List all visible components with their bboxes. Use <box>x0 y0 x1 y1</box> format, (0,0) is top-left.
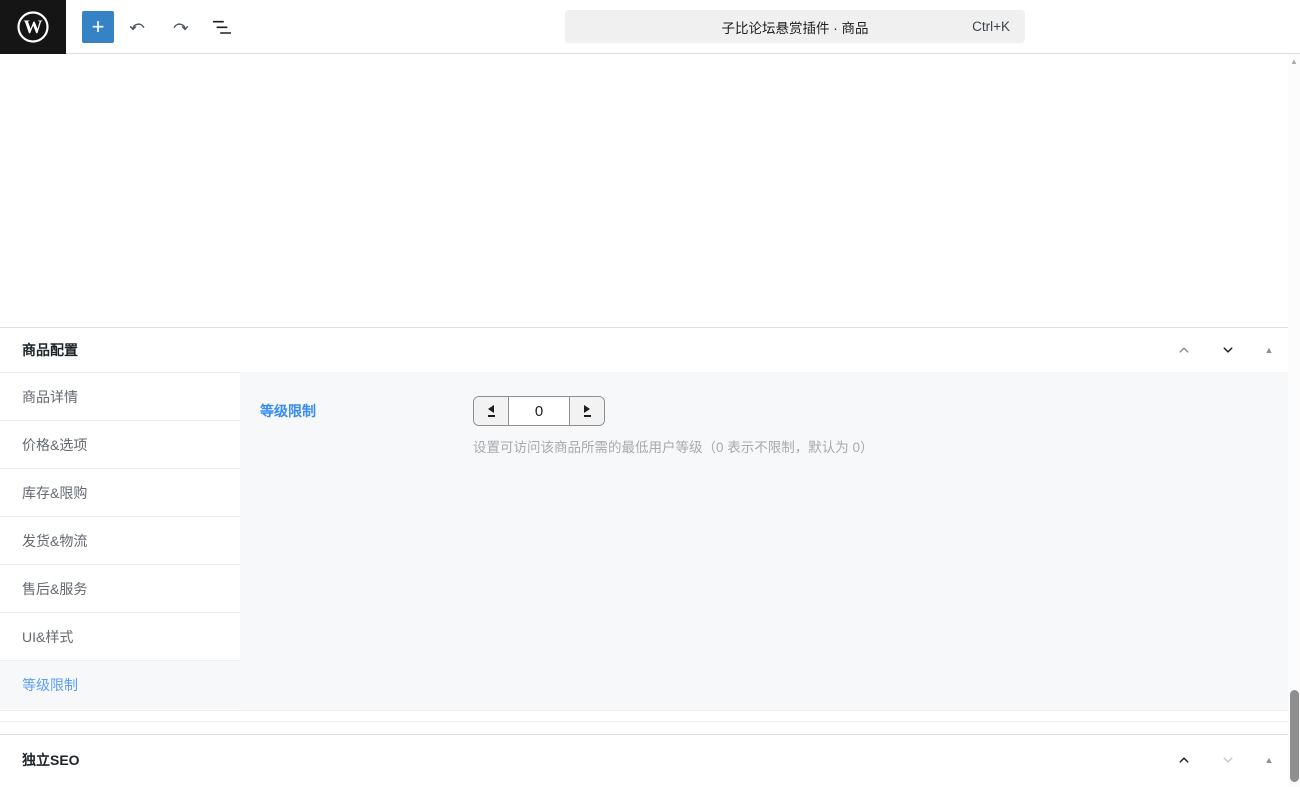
product-config-section: 商品配置 ▲ 商品详情 价格&选项 库存&限购 <box>0 327 1300 711</box>
wordpress-logo-button[interactable]: W <box>0 0 66 54</box>
stepper-value-input[interactable]: 0 <box>508 397 570 425</box>
wordpress-logo-icon: W <box>16 10 50 44</box>
underline-mark <box>488 415 495 417</box>
tab-ui-style[interactable]: UI&样式 <box>0 613 240 661</box>
editor-canvas: 商品配置 ▲ 商品详情 价格&选项 库存&限购 <box>0 54 1300 787</box>
undo-button[interactable] <box>120 9 156 45</box>
vertical-scrollbar[interactable]: ▲ <box>1288 54 1300 787</box>
redo-icon <box>168 15 192 39</box>
section-separator <box>0 721 1300 722</box>
triangle-right-icon <box>584 405 590 413</box>
tab-shipping-logistics[interactable]: 发货&物流 <box>0 517 240 565</box>
underline-mark <box>584 415 591 417</box>
product-config-tab-list: 商品详情 价格&选项 库存&限购 发货&物流 售后&服务 UI&样式 等级限制 <box>0 372 240 710</box>
seo-header: 独立SEO ▲ <box>0 735 1300 785</box>
move-down-button[interactable] <box>1218 340 1238 360</box>
chevron-up-icon <box>1175 341 1193 359</box>
command-bar[interactable]: 子比论坛悬赏插件 · 商品 Ctrl+K <box>565 10 1025 43</box>
chevron-down-icon <box>1219 341 1237 359</box>
section-title-product-config: 商品配置 <box>22 340 78 360</box>
stepper-decrement-button[interactable] <box>474 397 508 425</box>
product-config-controls: ▲ <box>1174 340 1276 360</box>
redo-button[interactable] <box>162 9 198 45</box>
chevron-down-icon <box>1219 751 1237 769</box>
chevron-up-icon <box>1175 751 1193 769</box>
seo-section: 独立SEO ▲ <box>0 734 1300 785</box>
move-down-button[interactable] <box>1218 750 1238 770</box>
tab-stock-limit[interactable]: 库存&限购 <box>0 469 240 517</box>
block-inserter-button[interactable]: + <box>82 11 114 43</box>
command-bar-title: 子比论坛悬赏插件 · 商品 <box>722 17 869 37</box>
tab-price-options[interactable]: 价格&选项 <box>0 421 240 469</box>
scrollbar-up-arrow-icon[interactable]: ▲ <box>1289 56 1299 66</box>
product-config-header: 商品配置 ▲ <box>0 328 1300 372</box>
level-restriction-panel: 等级限制 0 设置可访问该商品所需的最低用户等级（0 表示不限制，默认 <box>240 372 1300 710</box>
triangle-left-icon <box>488 405 494 413</box>
undo-icon <box>126 15 150 39</box>
move-up-button[interactable] <box>1174 750 1194 770</box>
command-bar-shortcut: Ctrl+K <box>972 19 1010 34</box>
document-overview-button[interactable] <box>204 9 240 45</box>
collapse-toggle-icon[interactable]: ▲ <box>1262 343 1276 357</box>
empty-editor-area <box>0 54 1300 327</box>
section-title-seo: 独立SEO <box>22 750 80 770</box>
svg-text:W: W <box>24 17 43 38</box>
plus-icon: + <box>92 14 105 40</box>
tab-aftersale-service[interactable]: 售后&服务 <box>0 565 240 613</box>
product-config-body: 商品详情 价格&选项 库存&限购 发货&物流 售后&服务 UI&样式 等级限制 … <box>0 372 1300 711</box>
scrollbar-thumb[interactable] <box>1290 690 1299 782</box>
seo-controls: ▲ <box>1174 750 1276 770</box>
level-restriction-label: 等级限制 <box>260 396 473 690</box>
level-restriction-help-text: 设置可访问该商品所需的最低用户等级（0 表示不限制，默认为 0） <box>473 436 874 456</box>
editor-topbar: W + 子比论坛悬赏插件 · 商品 Ctrl+K <box>0 0 1300 54</box>
level-restriction-control: 0 设置可访问该商品所需的最低用户等级（0 表示不限制，默认为 0） <box>473 396 874 690</box>
tab-level-restriction[interactable]: 等级限制 <box>0 661 240 709</box>
collapse-toggle-icon[interactable]: ▲ <box>1262 753 1276 767</box>
tab-product-details[interactable]: 商品详情 <box>0 373 240 421</box>
move-up-button[interactable] <box>1174 340 1194 360</box>
list-view-icon <box>210 15 234 39</box>
level-stepper: 0 <box>473 396 605 426</box>
stepper-increment-button[interactable] <box>570 397 604 425</box>
